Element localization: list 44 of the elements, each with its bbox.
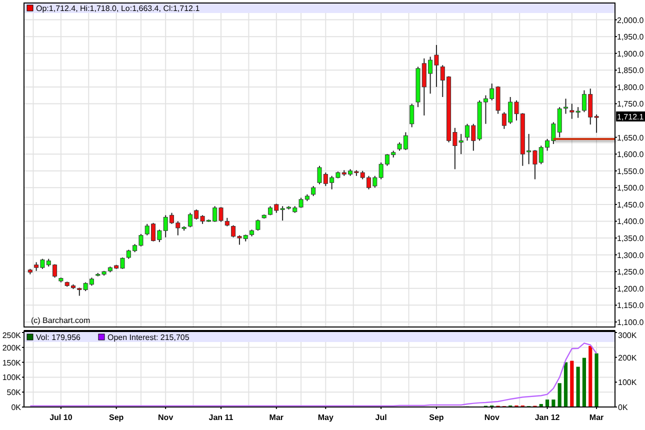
axis-label: 1,300.0 <box>617 250 644 260</box>
axis-label: 1,950.0 <box>617 32 644 42</box>
axis-label: 1,850.0 <box>617 66 644 76</box>
axis-label: 2,000.0 <box>617 16 644 25</box>
legend-text: Op:1,712.4, Hi:1,718.0, Lo:1,663.4, Cl:1,712.1 <box>36 4 200 13</box>
axis-label: 200K <box>2 343 21 352</box>
axis-label: 1,400.0 <box>617 217 644 226</box>
axis-label: May <box>318 413 334 422</box>
axis-label: 1,200.0 <box>617 284 644 294</box>
axis-label: Jan 11 <box>208 413 234 422</box>
axis-label: 1,100.0 <box>617 318 644 327</box>
axis-label: Jul <box>375 413 387 422</box>
axis-label: 1,500.0 <box>617 184 644 193</box>
axis-label: Mar <box>589 413 604 422</box>
axis-label: 50K <box>6 388 21 398</box>
axis-label: 100K <box>2 373 21 382</box>
axis-label: 1,750.0 <box>617 100 644 109</box>
axis-label: Sep <box>429 413 444 422</box>
axis-label: 1,800.0 <box>617 82 644 92</box>
axis-label: 200K <box>618 353 637 362</box>
axis-label: Jan 12 <box>534 413 560 422</box>
axis-label: 1,650.0 <box>617 133 644 142</box>
legend-text: Vol: 179,956 <box>36 333 80 342</box>
axis-label: Sep <box>109 413 124 422</box>
axis-label: 250K <box>2 331 21 340</box>
axis-label: 1,250.0 <box>617 268 644 277</box>
axis-label: Nov <box>484 413 500 422</box>
price-tag: 1,712.1 <box>616 111 645 122</box>
legend-text: Open Interest: 215,705 <box>107 333 190 342</box>
axis-label: Mar <box>269 413 284 422</box>
axis-label: 0K <box>618 403 628 412</box>
axis-label: Jul 10 <box>50 413 72 422</box>
axis-label: 100K <box>618 378 637 388</box>
axis-label: Nov <box>158 413 174 422</box>
axis-label: 1,550.0 <box>617 166 644 176</box>
axis-label: 1,600.0 <box>617 150 644 160</box>
axis-label: 1,450.0 <box>617 200 644 210</box>
axis-label: 0K <box>11 403 21 412</box>
axis-label: 150K <box>2 358 21 368</box>
axis-label: 1,900.0 <box>617 49 644 58</box>
copyright-text: (c) Barchart.com <box>31 316 90 325</box>
axis-label: 300K <box>618 331 637 340</box>
axis-label: 1,350.0 <box>617 234 644 244</box>
axis-label: 1,150.0 <box>617 301 644 310</box>
